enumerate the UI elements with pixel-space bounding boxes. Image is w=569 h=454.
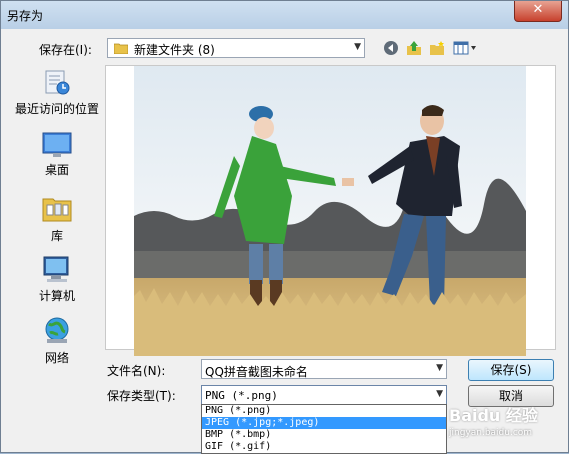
baidu-watermark: Baidu 经验 jingyan.baidu.com <box>449 402 567 442</box>
libraries-icon <box>42 198 72 222</box>
file-name-value: QQ拼音截图未命名 <box>205 365 308 379</box>
chevron-down-icon: ▼ <box>436 389 443 399</box>
place-label: 库 <box>50 229 63 243</box>
file-type-option-bmp[interactable]: BMP (*.bmp) <box>202 429 446 441</box>
save-in-folder-name: 新建文件夹 (8) <box>134 43 215 57</box>
back-icon[interactable] <box>381 38 401 58</box>
file-type-option-png[interactable]: PNG (*.png) <box>202 405 446 417</box>
title-bar[interactable]: 另存为 ✕ <box>1 1 568 29</box>
save-in-dropdown[interactable]: 新建文件夹 (8) ▼ <box>107 38 365 58</box>
place-label: 最近访问的位置 <box>14 102 99 116</box>
watermark-logo: Baidu 经验 <box>449 406 538 425</box>
file-type-option-jpeg[interactable]: JPEG (*.jpg;*.jpeg) <box>202 417 446 429</box>
desktop-icon <box>42 132 72 157</box>
place-label: 桌面 <box>44 163 69 177</box>
recent-places-icon <box>45 70 70 95</box>
place-libraries[interactable]: 库 <box>9 193 105 244</box>
folder-icon <box>114 43 128 54</box>
chevron-down-icon: ▼ <box>354 42 361 52</box>
save-as-dialog: 另存为 ✕ 保存在(I): 新建文件夹 (8) ▼ 最近访问的位置 桌面 库 计… <box>0 0 569 454</box>
close-button[interactable]: ✕ <box>514 1 562 22</box>
place-label: 网络 <box>44 351 69 365</box>
network-icon <box>45 317 69 343</box>
view-menu-icon[interactable] <box>451 38 479 58</box>
file-type-options-list: PNG (*.png) JPEG (*.jpg;*.jpeg) BMP (*.b… <box>201 404 447 454</box>
place-desktop[interactable]: 桌面 <box>9 131 105 178</box>
save-button[interactable]: 保存(S) <box>468 359 554 381</box>
place-computer[interactable]: 计算机 <box>9 255 105 304</box>
file-type-value: PNG (*.png) <box>205 389 278 402</box>
new-folder-icon[interactable] <box>427 38 447 58</box>
place-network[interactable]: 网络 <box>9 315 105 366</box>
save-in-label: 保存在(I): <box>39 43 92 57</box>
preview-image <box>134 66 526 356</box>
dialog-title: 另存为 <box>7 9 44 23</box>
computer-icon <box>43 256 69 282</box>
file-type-label: 保存类型(T): <box>107 389 176 403</box>
place-recent[interactable]: 最近访问的位置 <box>9 68 105 117</box>
image-preview-pane <box>105 65 556 356</box>
file-name-label: 文件名(N): <box>107 364 166 378</box>
file-type-dropdown[interactable]: PNG (*.png) ▼ <box>201 385 447 405</box>
place-label: 计算机 <box>38 289 75 303</box>
file-type-option-gif[interactable]: GIF (*.gif) <box>202 441 446 453</box>
chevron-down-icon[interactable]: ▼ <box>436 363 443 373</box>
watermark-url: jingyan.baidu.com <box>449 428 533 438</box>
places-bar: 最近访问的位置 桌面 库 计算机 网络 <box>9 63 105 365</box>
file-name-input[interactable]: QQ拼音截图未命名 ▼ <box>201 359 447 379</box>
up-folder-icon[interactable] <box>404 38 424 58</box>
